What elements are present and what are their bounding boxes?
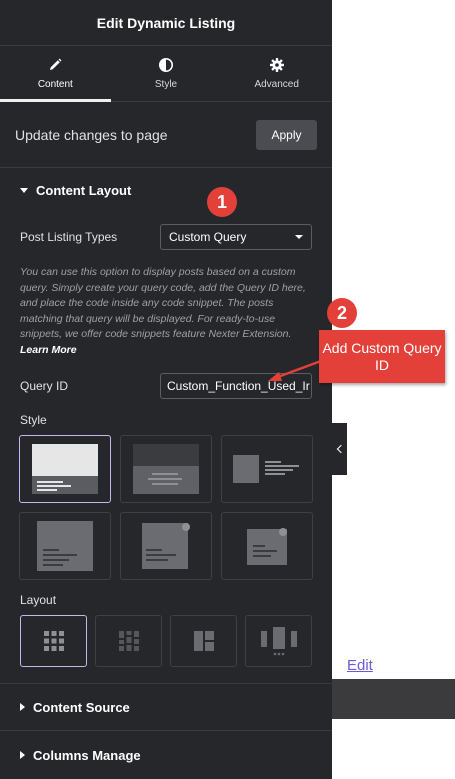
post-listing-types-value: Custom Query [169,230,247,244]
tab-advanced-label: Advanced [254,79,299,90]
layout-options-grid [20,615,312,667]
annotation-badge-2: 2 [327,298,357,328]
style-options-grid [19,435,313,580]
style-label: Style [20,413,47,427]
metro-layout-icon [193,631,214,651]
masonry-layout-icon [118,631,139,651]
style-label-row: Style [0,412,67,428]
card-style-4-icon [37,521,93,571]
card-style-5-icon [142,523,190,569]
post-listing-types-row: Post Listing Types Custom Query [0,223,332,251]
tab-style-label: Style [154,79,178,90]
update-changes-row: Update changes to page Apply [0,102,332,168]
post-listing-types-label: Post Listing Types [20,230,118,244]
columns-manage-section-header[interactable]: Columns Manage [0,746,161,764]
style-option-1[interactable] [19,435,111,503]
carousel-layout-icon [260,627,297,656]
layout-label: Layout [20,593,57,607]
panel-collapse-button[interactable] [332,423,347,475]
card-style-1-icon [32,444,98,494]
layout-label-row: Layout [0,592,76,608]
caret-down-icon [20,187,28,193]
preview-dark-bar [332,679,455,719]
style-option-5[interactable] [120,512,212,580]
content-layout-title: Content Layout [36,182,132,198]
panel-header: Edit Dynamic Listing [0,0,332,46]
apply-button[interactable]: Apply [256,119,317,150]
tab-advanced[interactable]: Advanced [221,46,332,101]
card-style-3-icon [233,455,299,483]
dropdown-arrow-icon [295,235,303,239]
chevron-left-icon [336,444,346,454]
query-description-text: You can use this option to display posts… [20,266,306,340]
tab-content[interactable]: Content [0,46,111,102]
layout-option-masonry[interactable] [95,615,162,667]
section-divider [0,683,332,684]
tab-content-label: Content [37,79,73,90]
style-option-2[interactable] [120,435,212,503]
grid-layout-icon [43,631,64,651]
content-source-section-header[interactable]: Content Source [0,698,150,716]
layout-option-grid[interactable] [20,615,87,667]
contrast-icon [159,58,173,72]
tab-bar: Content Style Advanced [0,46,332,102]
content-source-title: Content Source [33,699,130,715]
columns-manage-title: Columns Manage [33,747,141,763]
post-listing-types-select[interactable]: Custom Query [160,224,312,250]
query-id-row: Query ID Custom_Function_Used_Ir [0,372,332,400]
annotation-callout: Add Custom Query ID [319,330,445,383]
editor-panel: Edit Dynamic Listing Content Style Advan… [0,0,332,779]
pencil-icon [50,58,62,70]
caret-right-icon [20,703,25,711]
learn-more-link[interactable]: Learn More [20,344,77,356]
query-id-label: Query ID [20,379,69,393]
layout-option-metro[interactable] [170,615,237,667]
annotation-badge-1: 1 [207,187,237,217]
query-id-input[interactable]: Custom_Function_Used_Ir [160,373,312,399]
card-style-2-icon [133,444,199,494]
panel-title: Edit Dynamic Listing [96,14,236,31]
content-layout-section-header[interactable]: Content Layout [0,180,151,200]
layout-option-carousel[interactable] [245,615,312,667]
edit-link[interactable]: Edit [347,657,373,674]
section-divider [0,730,332,731]
style-option-4[interactable] [19,512,111,580]
update-changes-text: Update changes to page [15,126,168,143]
gear-icon [269,58,284,72]
caret-right-icon [20,751,25,759]
card-style-6-icon [247,528,287,565]
tab-style[interactable]: Style [111,46,222,101]
style-option-6[interactable] [221,512,313,580]
style-option-3[interactable] [221,435,313,503]
query-description: You can use this option to display posts… [0,265,332,358]
